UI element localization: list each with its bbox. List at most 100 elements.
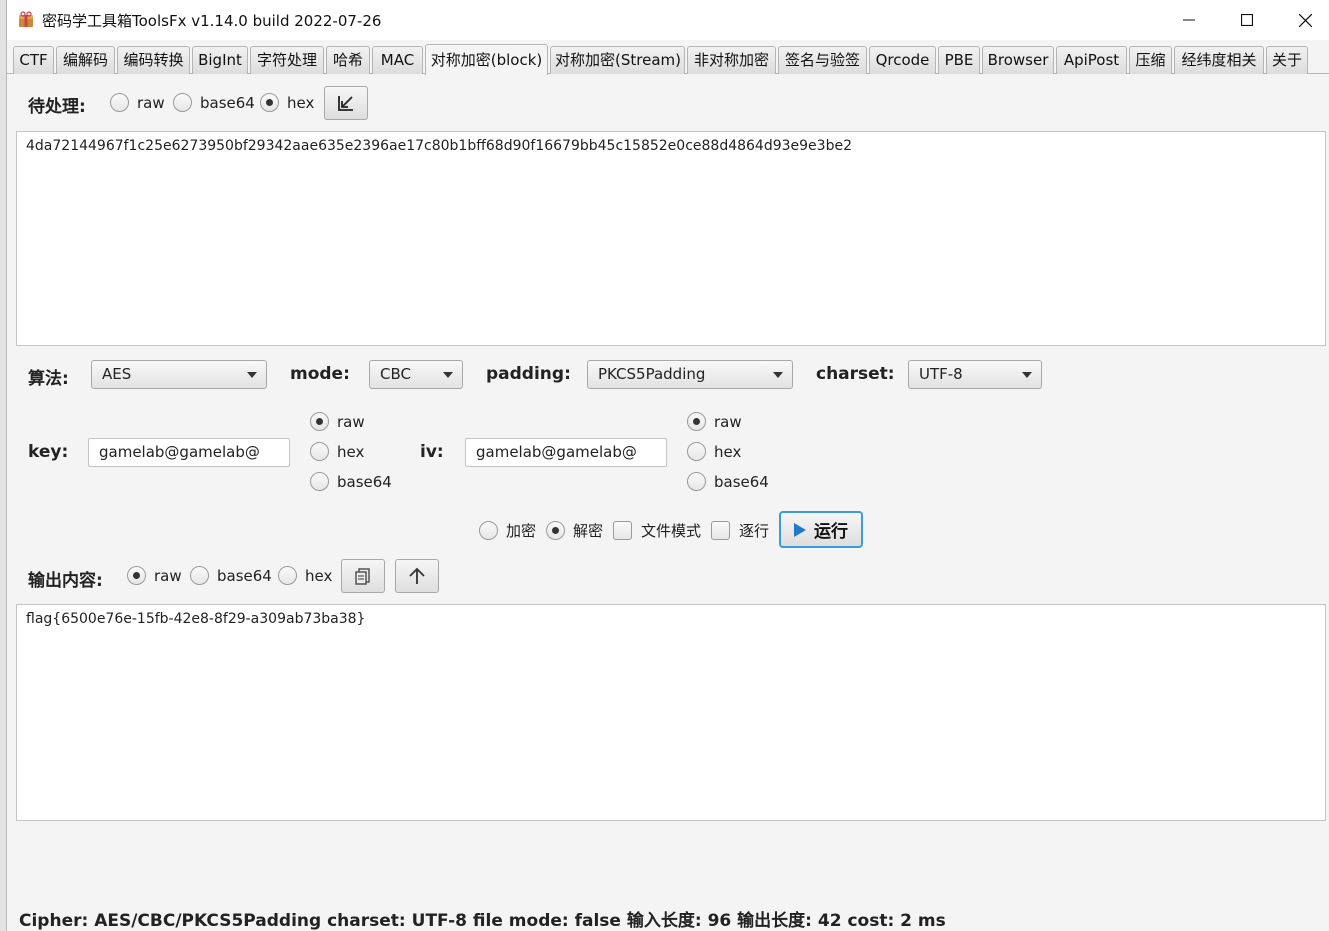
algorithm-select[interactable]: AES [91, 360, 267, 389]
iv-input[interactable]: gamelab@gamelab@ [465, 438, 667, 467]
key-input[interactable]: gamelab@gamelab@ [88, 438, 290, 467]
copy-icon [355, 568, 370, 585]
mode-label: mode: [290, 364, 350, 384]
padding-label: padding: [486, 364, 571, 384]
status-bar: Cipher: AES/CBC/PKCS5Padding charset: UT… [19, 911, 946, 931]
radio-indicator [546, 521, 565, 540]
radio-label: raw [714, 412, 742, 431]
radio-label: 解密 [573, 522, 604, 540]
encrypt-radio[interactable]: 加密 [479, 520, 536, 541]
output-radio-base64[interactable]: base64 [190, 566, 272, 585]
iv-radio-base64[interactable]: base64 [687, 472, 769, 491]
tab-symmetric-stream[interactable]: 对称加密(Stream) [550, 46, 685, 74]
charset-select[interactable]: UTF-8 [908, 360, 1042, 389]
iv-radio-hex[interactable]: hex [687, 442, 741, 461]
window-title: 密码学工具箱ToolsFx v1.14.0 build 2022-07-26 [42, 12, 382, 30]
output-textarea[interactable]: flag{6500e76e-15fb-42e8-8f29-a309ab73ba3… [16, 604, 1326, 821]
mode-select[interactable]: CBC [369, 360, 463, 389]
checkbox-label: 逐行 [739, 522, 770, 540]
radio-label: hex [337, 442, 365, 461]
radio-indicator [687, 412, 706, 431]
play-icon [794, 522, 806, 537]
import-button[interactable] [324, 86, 368, 120]
tab-ctf[interactable]: CTF [13, 46, 54, 74]
tab-geo[interactable]: 经纬度相关 [1174, 46, 1264, 74]
chevron-down-icon [443, 372, 453, 378]
iv-radio-raw[interactable]: raw [687, 412, 742, 431]
radio-indicator [310, 442, 329, 461]
tab-bigint[interactable]: BigInt [192, 46, 248, 74]
radio-label: raw [137, 93, 165, 112]
radio-indicator [278, 566, 297, 585]
radio-label: raw [154, 566, 182, 585]
radio-label: base64 [714, 472, 769, 491]
tab-mac[interactable]: MAC [372, 46, 423, 74]
run-button[interactable]: 运行 [779, 511, 863, 548]
radio-label: base64 [217, 566, 272, 585]
radio-label: hex [287, 93, 315, 112]
title-bar: 密码学工具箱ToolsFx v1.14.0 build 2022-07-26 [7, 0, 1329, 40]
tab-about[interactable]: 关于 [1266, 46, 1308, 74]
output-label: 输出内容: [28, 571, 103, 591]
input-textarea[interactable]: 4da72144967f1c25e6273950bf29342aae635e23… [16, 131, 1326, 346]
tab-string-processing[interactable]: 字符处理 [250, 46, 324, 74]
padding-select[interactable]: PKCS5Padding [587, 360, 793, 389]
chevron-down-icon [773, 372, 783, 378]
radio-indicator [687, 442, 706, 461]
tab-apipost[interactable]: ApiPost [1056, 46, 1127, 74]
radio-indicator [190, 566, 209, 585]
key-label: key: [28, 442, 69, 462]
charset-value: UTF-8 [919, 365, 963, 383]
tab-pbe[interactable]: PBE [938, 46, 980, 74]
input-radio-hex[interactable]: hex [260, 93, 314, 112]
radio-label: hex [305, 566, 333, 585]
tab-symmetric-block[interactable]: 对称加密(block) [425, 44, 548, 75]
run-label: 运行 [814, 522, 848, 542]
input-radio-raw[interactable]: raw [110, 93, 165, 112]
close-button[interactable] [1276, 0, 1329, 40]
minimize-icon [1183, 19, 1195, 21]
tab-qrcode[interactable]: Qrcode [869, 46, 936, 74]
output-radio-raw[interactable]: raw [127, 566, 182, 585]
radio-indicator [310, 412, 329, 431]
tab-hash[interactable]: 哈希 [326, 46, 370, 74]
radio-indicator [110, 93, 129, 112]
chevron-down-icon [1022, 372, 1032, 378]
input-label: 待处理: [28, 97, 86, 117]
key-radio-raw[interactable]: raw [310, 412, 365, 431]
input-radio-base64[interactable]: base64 [173, 93, 255, 112]
key-radio-hex[interactable]: hex [310, 442, 364, 461]
move-up-button[interactable] [395, 559, 439, 593]
import-arrow-icon [338, 96, 353, 111]
close-icon [1298, 13, 1312, 27]
tab-codec[interactable]: 编解码 [56, 46, 115, 74]
radio-label: base64 [200, 93, 255, 112]
radio-label: hex [714, 442, 742, 461]
minimize-button[interactable] [1160, 0, 1218, 40]
copy-button[interactable] [341, 559, 385, 593]
tab-browser[interactable]: Browser [982, 46, 1054, 74]
maximize-button[interactable] [1218, 0, 1276, 40]
chevron-down-icon [247, 372, 257, 378]
radio-label: raw [337, 412, 365, 431]
algorithm-value: AES [102, 365, 132, 383]
key-radio-base64[interactable]: base64 [310, 472, 392, 491]
up-arrow-icon [409, 567, 425, 584]
checkbox-indicator [613, 521, 632, 540]
radio-label: base64 [337, 472, 392, 491]
line-by-line-checkbox[interactable]: 逐行 [711, 520, 769, 541]
radio-indicator [260, 93, 279, 112]
decrypt-radio[interactable]: 解密 [546, 520, 603, 541]
output-radio-hex[interactable]: hex [278, 566, 332, 585]
tab-sign-verify[interactable]: 签名与验签 [778, 46, 867, 74]
checkbox-indicator [711, 521, 730, 540]
padding-value: PKCS5Padding [598, 365, 706, 383]
tab-asymmetric[interactable]: 非对称加密 [687, 46, 776, 74]
maximize-icon [1241, 14, 1253, 26]
app-logo-icon [17, 11, 35, 29]
file-mode-checkbox[interactable]: 文件模式 [613, 520, 701, 541]
tab-encoding-convert[interactable]: 编码转换 [117, 46, 190, 74]
tab-compress[interactable]: 压缩 [1129, 46, 1172, 74]
radio-indicator [687, 472, 706, 491]
radio-indicator [310, 472, 329, 491]
